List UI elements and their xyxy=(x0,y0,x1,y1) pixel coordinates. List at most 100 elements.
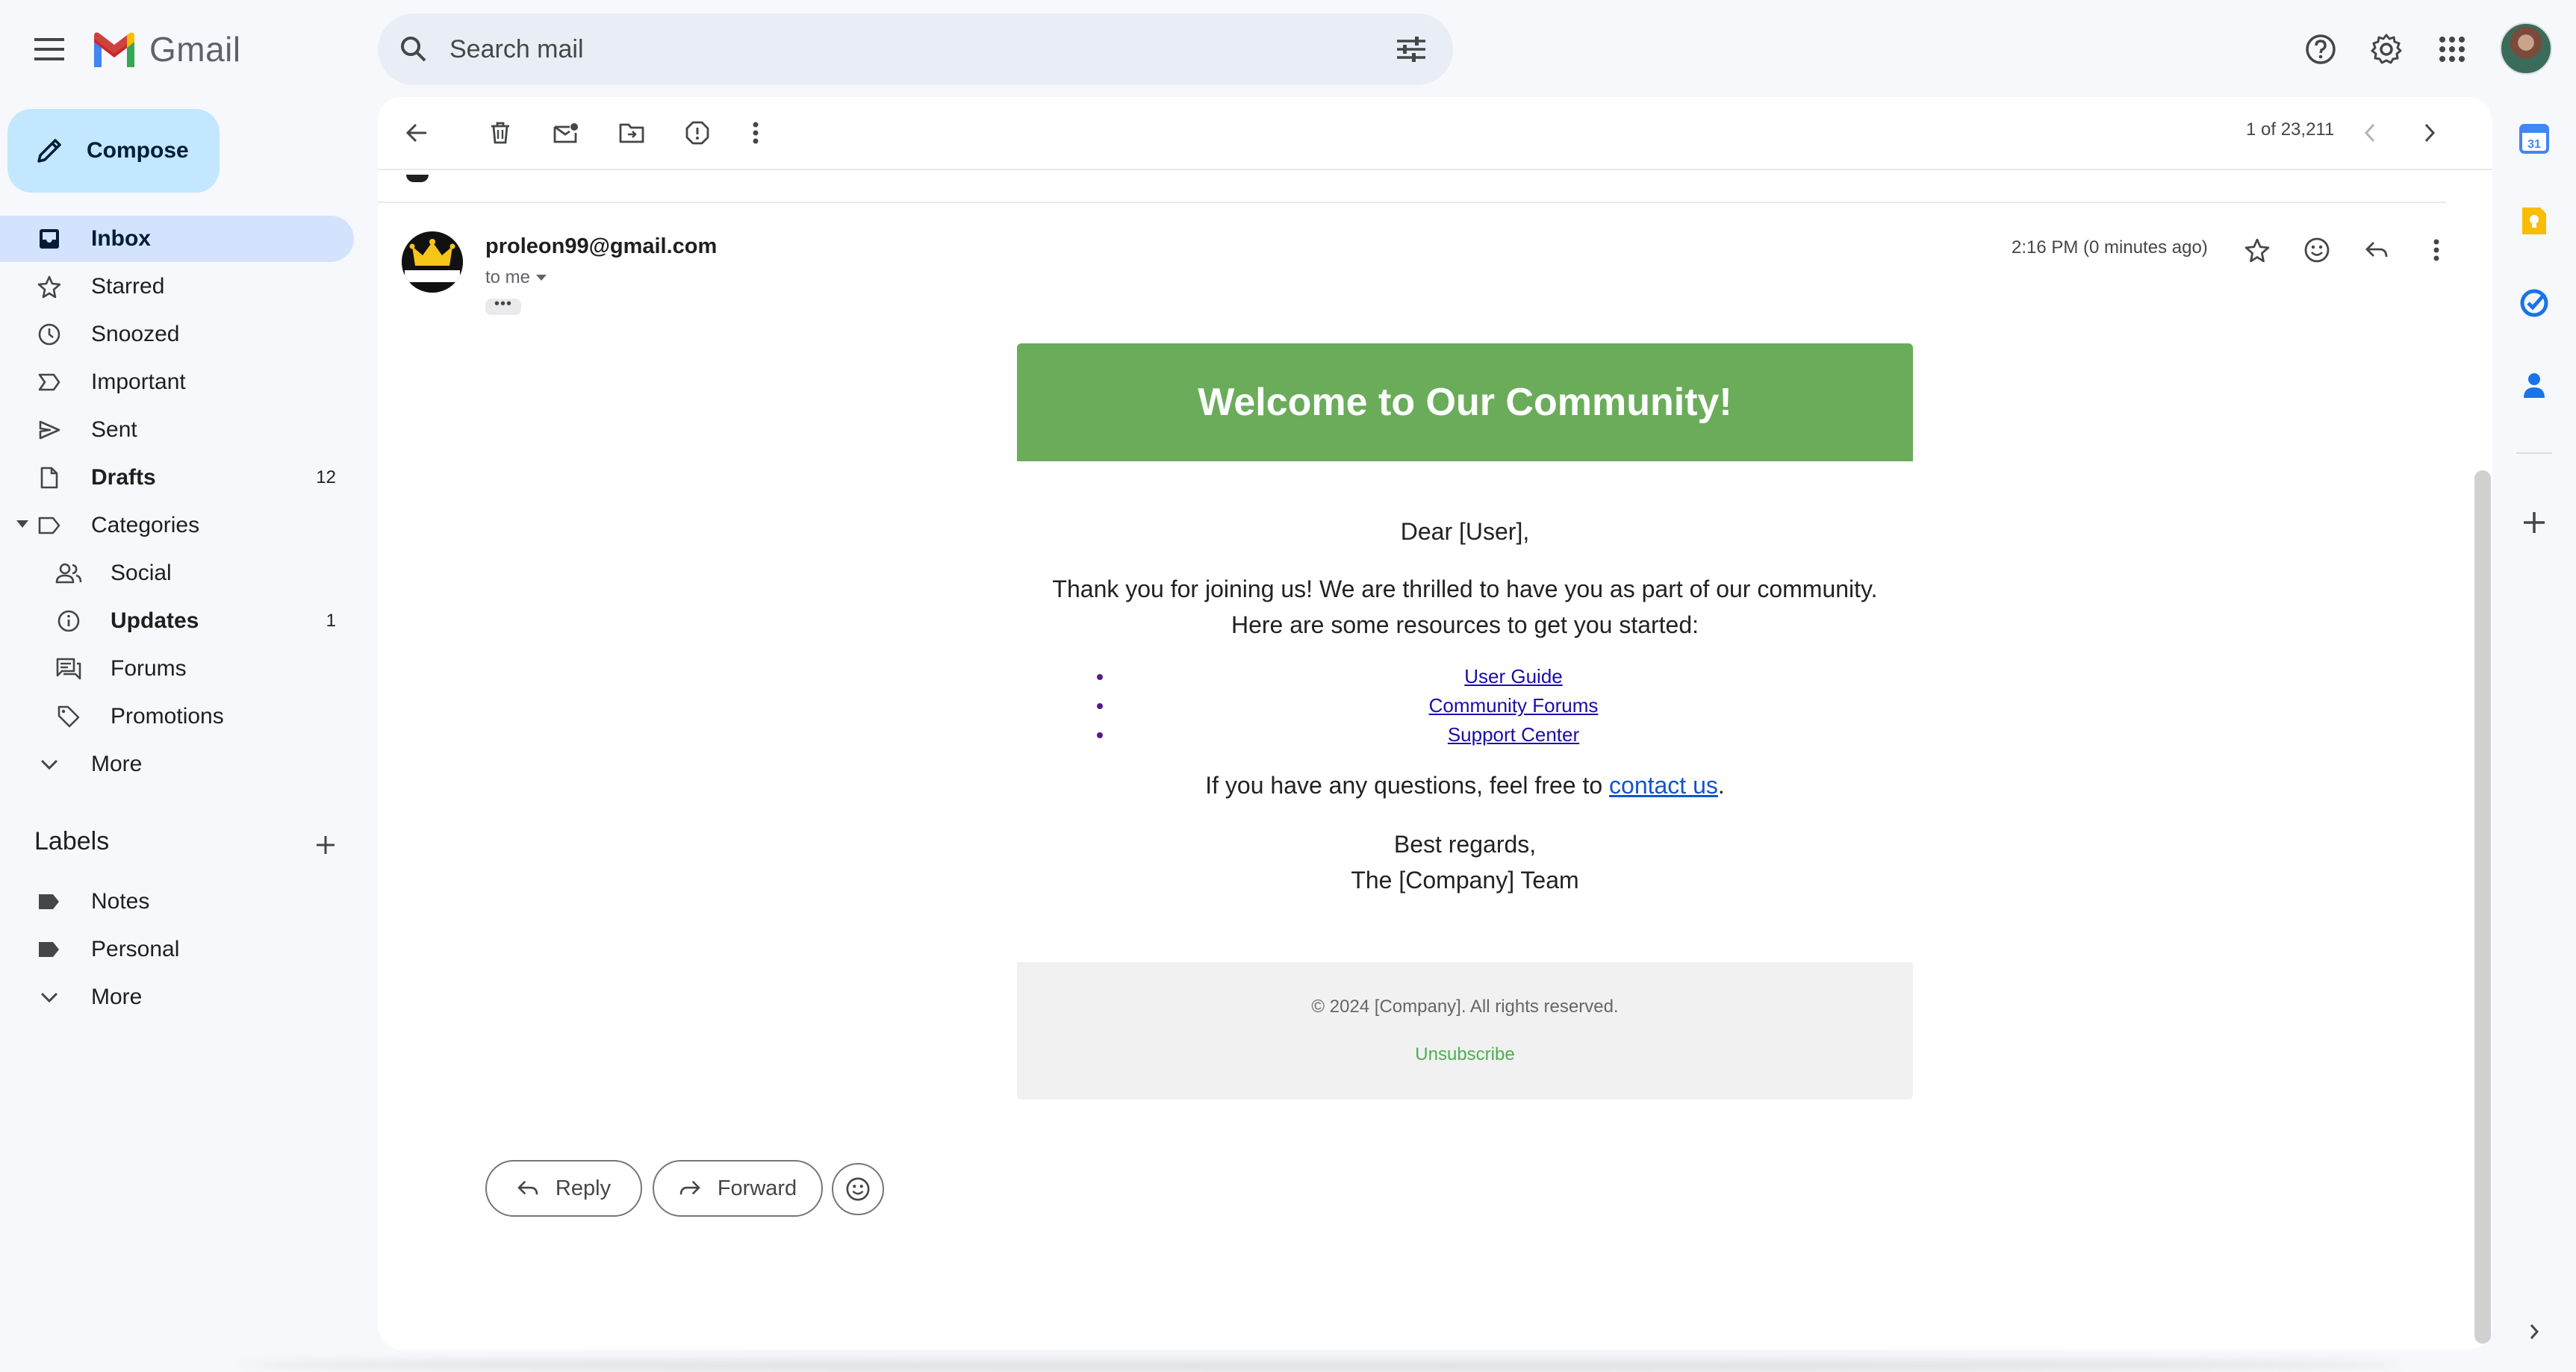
message-panel: 1 of 23,211 proleon99@gmail.com to me ••… xyxy=(378,97,2492,1350)
tag-icon xyxy=(45,693,93,740)
label-icon xyxy=(25,502,73,549)
chevron-down-icon xyxy=(25,974,73,1020)
user-guide-link[interactable]: User Guide xyxy=(1464,665,1563,687)
labels-heading: Labels xyxy=(34,827,110,855)
search-options-icon[interactable] xyxy=(1375,13,1447,85)
forward-label: Forward xyxy=(717,1176,797,1200)
back-button[interactable] xyxy=(387,103,447,163)
main-menu-button[interactable] xyxy=(19,19,79,79)
message-toolbar: 1 of 23,211 xyxy=(378,97,2492,169)
sidebar-item-categories[interactable]: Categories xyxy=(0,502,354,549)
email-signature: The [Company] Team xyxy=(1351,867,1579,894)
more-options-button[interactable] xyxy=(726,103,785,163)
sidebar-item-starred[interactable]: Starred xyxy=(0,264,354,310)
sidebar-label-personal[interactable]: Personal xyxy=(0,926,354,973)
calendar-app-button[interactable]: 31 xyxy=(2504,109,2564,169)
sidebar-label-more[interactable]: More xyxy=(0,974,354,1020)
older-button[interactable] xyxy=(2400,103,2460,163)
questions-suffix: . xyxy=(1717,772,1725,799)
apps-button[interactable] xyxy=(2422,19,2482,79)
sidebar-item-inbox[interactable]: Inbox xyxy=(0,216,354,262)
create-label-button[interactable] xyxy=(302,824,349,866)
inbox-icon xyxy=(25,216,73,262)
contact-us-link[interactable]: contact us xyxy=(1609,772,1718,799)
svg-text:31: 31 xyxy=(2527,138,2541,151)
sidebar-label-notes[interactable]: Notes xyxy=(0,879,354,925)
plus-icon xyxy=(315,835,336,855)
sidebar-item-label: Forums xyxy=(111,656,187,681)
emoji-icon xyxy=(845,1176,871,1202)
tasks-app-button[interactable] xyxy=(2504,273,2564,333)
calendar-icon: 31 xyxy=(2519,124,2549,154)
sidebar-item-more[interactable]: More xyxy=(0,741,354,788)
side-panel-divider xyxy=(2516,452,2552,454)
sidebar-item-social[interactable]: Social xyxy=(0,550,354,596)
sidebar-item-updates[interactable]: Updates 1 xyxy=(0,598,354,644)
sidebar-item-label: Important xyxy=(91,369,186,394)
account-avatar[interactable] xyxy=(2500,22,2552,75)
search-input[interactable] xyxy=(449,13,1375,85)
hamburger-icon xyxy=(34,38,64,60)
mark-unread-button[interactable] xyxy=(536,103,596,163)
get-addons-button[interactable] xyxy=(2504,493,2564,552)
sidebar-item-promotions[interactable]: Promotions xyxy=(0,693,354,740)
sidebar-item-drafts[interactable]: Drafts 12 xyxy=(0,455,354,501)
email-intro-line-1: Thank you for joining us! We are thrille… xyxy=(1052,576,1878,602)
community-forums-link[interactable]: Community Forums xyxy=(1429,694,1599,717)
email-intro-line-2: Here are some resources to get you start… xyxy=(1231,611,1699,638)
chevron-down-icon xyxy=(25,741,73,788)
copyright-text: © 2024 [Company]. All rights reserved. xyxy=(1311,997,1619,1017)
message-timestamp: 2:16 PM (0 minutes ago) xyxy=(2012,237,2208,258)
message-more-button[interactable] xyxy=(2409,222,2464,278)
clock-icon xyxy=(25,311,73,358)
email-hero-banner: Welcome to Our Community! xyxy=(1017,343,1913,461)
sidebar-item-label: More xyxy=(91,752,143,776)
sidebar-item-count: 1 xyxy=(326,611,336,631)
more-vert-icon xyxy=(753,122,759,144)
mark-unread-icon xyxy=(553,122,579,143)
show-side-panel-button[interactable] xyxy=(2504,1302,2564,1362)
scrollbar-thumb[interactable] xyxy=(2474,470,2491,1344)
apps-grid-icon xyxy=(2439,36,2465,63)
add-reaction-button[interactable] xyxy=(2289,222,2345,278)
pencil-icon xyxy=(34,136,64,166)
tasks-icon xyxy=(2519,288,2549,318)
star-button[interactable] xyxy=(2230,222,2285,278)
unsubscribe-link[interactable]: Unsubscribe xyxy=(1017,1044,1913,1065)
sidebar-item-snoozed[interactable]: Snoozed xyxy=(0,311,354,358)
reply-button[interactable] xyxy=(2349,222,2404,278)
questions-prefix: If you have any questions, feel free to xyxy=(1205,772,1610,799)
report-spam-button[interactable] xyxy=(668,103,727,163)
sidebar-item-forums[interactable]: Forums xyxy=(0,646,354,692)
show-trimmed-content-button[interactable]: ••• xyxy=(485,296,521,315)
list-item: User Guide xyxy=(1114,662,1913,691)
newer-button[interactable] xyxy=(2340,103,2400,163)
caret-down-icon[interactable] xyxy=(16,520,28,529)
label-filled-icon xyxy=(25,879,73,925)
email-signoff: Best regards, xyxy=(1393,831,1537,858)
sender-avatar[interactable] xyxy=(402,231,463,293)
react-button[interactable] xyxy=(832,1163,884,1215)
star-icon xyxy=(25,264,73,310)
gmail-logo[interactable]: Gmail xyxy=(91,27,241,72)
search-bar[interactable] xyxy=(378,13,1453,85)
pagination-text: 1 of 23,211 xyxy=(2246,119,2335,140)
help-button[interactable] xyxy=(2291,19,2351,79)
compose-button[interactable]: Compose xyxy=(7,109,220,193)
reply-action-button[interactable]: Reply xyxy=(485,1160,642,1217)
search-icon[interactable] xyxy=(378,13,449,85)
sidebar-item-important[interactable]: Important xyxy=(0,359,354,405)
recipient-details[interactable]: to me xyxy=(485,267,548,288)
sidebar-item-sent[interactable]: Sent xyxy=(0,407,354,453)
settings-button[interactable] xyxy=(2356,19,2416,79)
emoji-icon xyxy=(2303,237,2330,264)
delete-button[interactable] xyxy=(470,103,530,163)
move-to-button[interactable] xyxy=(602,103,662,163)
sender-email[interactable]: proleon99@gmail.com xyxy=(485,234,717,259)
people-icon xyxy=(45,550,93,596)
contacts-app-button[interactable] xyxy=(2504,355,2564,415)
support-center-link[interactable]: Support Center xyxy=(1448,723,1579,746)
forward-button[interactable]: Forward xyxy=(653,1160,823,1217)
keep-app-button[interactable] xyxy=(2504,191,2564,251)
sidebar-item-label: Updates xyxy=(111,608,199,633)
